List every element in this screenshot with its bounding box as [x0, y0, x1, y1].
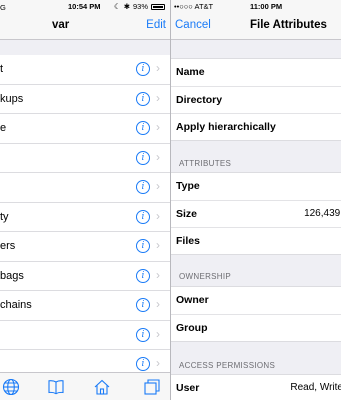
- info-icon[interactable]: i: [136, 121, 150, 135]
- battery-percent: 93%: [132, 2, 148, 11]
- chevron-right-icon: ›: [156, 61, 160, 75]
- status-bar-right: ••○○○ AT&T 11:00 PM: [171, 0, 341, 14]
- row-label: Name: [176, 66, 205, 78]
- chevron-right-icon: ›: [156, 267, 160, 282]
- user-row[interactable]: User Read, Write: [171, 375, 341, 400]
- status-right: ☾ ✱ 93%: [114, 2, 165, 11]
- row-value: 126,439,: [304, 208, 341, 219]
- info-icon[interactable]: i: [136, 327, 150, 342]
- info-icon[interactable]: i: [136, 62, 150, 76]
- cancel-button[interactable]: Cancel: [175, 19, 211, 31]
- ownership-header: OWNERSHIP: [179, 272, 232, 281]
- attributes-header: ATTRIBUTES: [179, 159, 232, 168]
- list-item[interactable]: t i ›: [0, 55, 171, 85]
- row-label: Apply hierarchically: [176, 121, 276, 133]
- info-icon[interactable]: i: [136, 298, 150, 312]
- info-icon[interactable]: i: [136, 150, 150, 165]
- list-item-label: ty: [0, 210, 9, 223]
- info-icon[interactable]: i: [136, 209, 150, 224]
- row-label: Directory: [176, 94, 223, 106]
- chevron-right-icon: ›: [156, 90, 160, 105]
- general-group: Name Directory Apply hierarchically: [171, 58, 341, 141]
- list-item[interactable]: i ›: [0, 321, 171, 350]
- list-item[interactable]: kups i ›: [0, 85, 171, 114]
- info-icon[interactable]: i: [136, 180, 150, 194]
- row-label: User: [176, 382, 200, 394]
- carrier-label: ••○○○ AT&T: [174, 2, 214, 11]
- chevron-right-icon: ›: [156, 326, 160, 341]
- list-item-label: t: [0, 63, 4, 75]
- file-list: t i › kups i › e i › i › i › ty i › ers i › bags i › c…: [0, 55, 171, 380]
- chevron-right-icon: ›: [156, 238, 160, 252]
- list-item[interactable]: bags i ›: [0, 262, 171, 291]
- info-icon[interactable]: i: [136, 357, 150, 371]
- type-row[interactable]: Type: [171, 173, 341, 200]
- list-item[interactable]: chains i ›: [0, 291, 171, 321]
- list-item-label: e: [0, 122, 7, 134]
- list-item[interactable]: ty i ›: [0, 203, 171, 232]
- row-label: Files: [176, 235, 200, 247]
- chevron-right-icon: ›: [156, 297, 160, 311]
- group-row[interactable]: Group: [171, 314, 341, 341]
- chevron-right-icon: ›: [156, 120, 160, 134]
- chevron-right-icon: ›: [156, 356, 160, 370]
- nav-bar-right: Cancel File Attributes: [171, 14, 341, 40]
- row-label: Size: [176, 208, 198, 220]
- apply-hierarchically-row[interactable]: Apply hierarchically: [171, 113, 341, 140]
- owner-row[interactable]: Owner: [171, 287, 341, 314]
- list-item-label: bags: [0, 269, 24, 282]
- list-item[interactable]: i ›: [0, 144, 171, 173]
- row-value: Read, Write: [290, 382, 341, 393]
- page-title: File Attributes: [250, 19, 327, 31]
- permissions-group: User Read, Write: [171, 374, 341, 400]
- home-icon[interactable]: [93, 378, 111, 396]
- clock: 10:54 PM: [68, 2, 101, 11]
- size-row[interactable]: Size 126,439,: [171, 200, 341, 227]
- moon-icon: ☾: [113, 2, 121, 11]
- info-icon[interactable]: i: [136, 91, 150, 106]
- left-pane: G 10:54 PM ☾ ✱ 93% var Edit t i › kups i › e…: [0, 0, 171, 400]
- row-label: Group: [176, 322, 208, 334]
- directory-row[interactable]: Directory: [171, 86, 341, 113]
- list-item[interactable]: i ›: [0, 173, 171, 203]
- windows-icon[interactable]: [143, 378, 161, 396]
- status-bar-left: G 10:54 PM ☾ ✱ 93%: [0, 0, 171, 14]
- list-item[interactable]: ers i ›: [0, 232, 171, 262]
- chevron-right-icon: ›: [156, 208, 160, 223]
- carrier-label: G: [0, 3, 6, 12]
- info-icon[interactable]: i: [136, 268, 150, 283]
- nav-bar-left: var Edit: [0, 14, 171, 40]
- chevron-right-icon: ›: [156, 179, 160, 193]
- book-icon[interactable]: [47, 378, 65, 396]
- list-item-label: kups: [0, 92, 24, 105]
- list-item[interactable]: e i ›: [0, 114, 171, 144]
- ownership-group: Owner Group: [171, 286, 341, 342]
- clock: 11:00 PM: [250, 2, 283, 11]
- chevron-right-icon: ›: [156, 149, 160, 164]
- attributes-group: Type Size 126,439, Files: [171, 172, 341, 255]
- edit-button[interactable]: Edit: [146, 19, 166, 31]
- globe-icon[interactable]: [2, 378, 20, 396]
- list-item-label: chains: [0, 299, 32, 311]
- name-row[interactable]: Name: [171, 59, 341, 86]
- row-label: Owner: [176, 294, 209, 306]
- row-label: Type: [176, 180, 200, 192]
- files-row[interactable]: Files: [171, 227, 341, 254]
- right-pane: ••○○○ AT&T 11:00 PM Cancel File Attribut…: [171, 0, 341, 400]
- battery-icon: [151, 3, 165, 10]
- page-title: var: [52, 19, 70, 31]
- access-permissions-header: ACCESS PERMISSIONS: [179, 361, 276, 370]
- info-icon[interactable]: i: [136, 239, 150, 253]
- bluetooth-icon: ✱: [123, 2, 130, 11]
- tab-bar: [0, 372, 171, 400]
- list-item-label: ers: [0, 240, 16, 252]
